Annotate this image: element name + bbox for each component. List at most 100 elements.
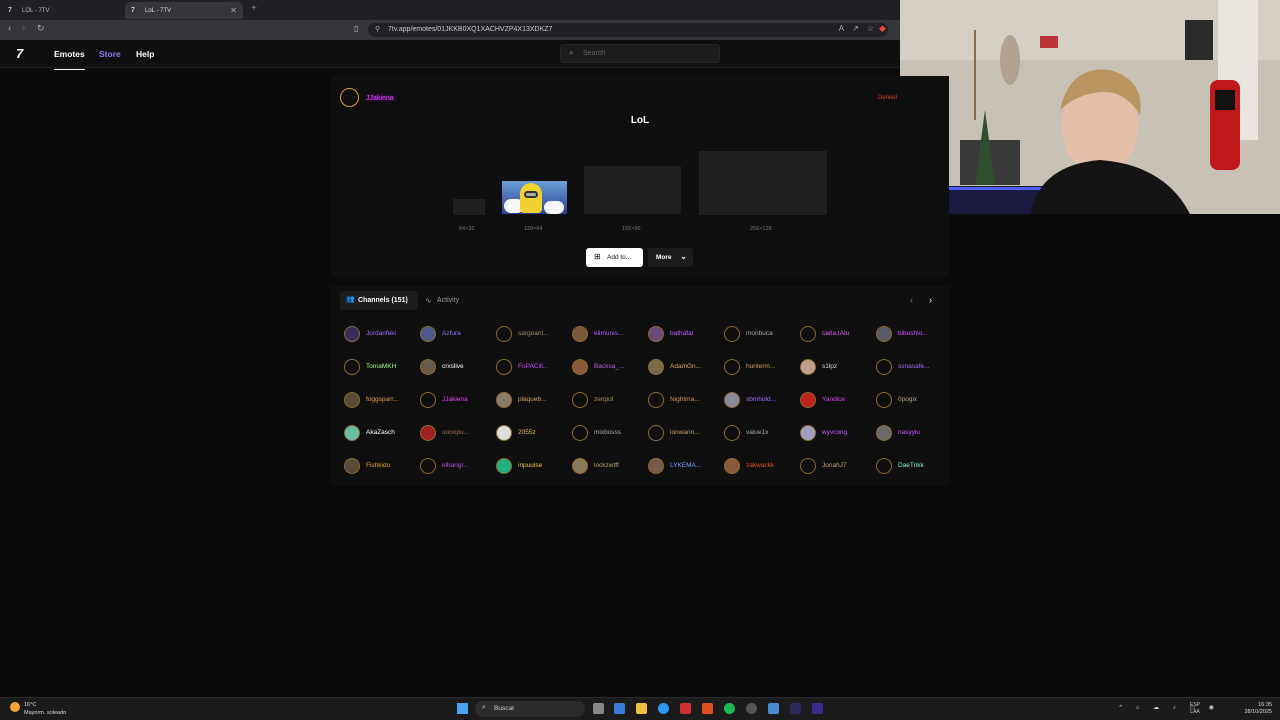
share-icon[interactable]: ↗ [852, 24, 867, 33]
language-indicator[interactable]: ESP LAA [1190, 702, 1200, 716]
translate-icon[interactable]: A [839, 24, 852, 33]
channel-name: value1x [746, 429, 769, 436]
extension-icon[interactable]: ◆ [879, 23, 886, 34]
channel-item[interactable]: JonahJ7 [800, 456, 876, 476]
avatar [724, 326, 740, 342]
browser-tab-2[interactable]: 7 LoL - 7TV ✕ [125, 2, 243, 19]
weather-widget[interactable]: 16°C Mayorm. soleado [10, 701, 66, 717]
taskbar-search[interactable]: ⌕ Buscar [475, 701, 585, 717]
7tv-logo-icon[interactable]: 7 [16, 46, 23, 61]
next-page-icon[interactable]: › [929, 295, 932, 305]
avatar [496, 425, 512, 441]
brave-icon[interactable] [702, 703, 713, 714]
more-button[interactable]: More ⌄ [648, 248, 693, 267]
channel-item[interactable]: Nightma... [648, 390, 724, 410]
avatar [724, 458, 740, 474]
start-button-icon[interactable] [457, 703, 468, 714]
channel-item[interactable]: oooopu... [420, 423, 496, 443]
clock-date: 28/10/2025 [1244, 709, 1272, 715]
channel-item[interactable]: elbangl... [420, 456, 496, 476]
channel-item[interactable]: TomaMKH [344, 357, 420, 377]
channel-item[interactable]: elimunis... [572, 324, 648, 344]
channel-item[interactable]: lockzwtff [572, 456, 648, 476]
channel-item[interactable]: bibushio... [876, 324, 952, 344]
channel-item[interactable]: FoPACill... [496, 357, 572, 377]
channel-item[interactable]: 2055z [496, 423, 572, 443]
channel-item[interactable]: Jordanfeki [344, 324, 420, 344]
clock[interactable]: 16:35 28/10/2025 [1244, 702, 1272, 716]
channel-item[interactable]: sbmhold... [724, 390, 800, 410]
channel-name: crxslive [442, 363, 464, 370]
forward-icon[interactable]: › [22, 23, 25, 34]
channel-item[interactable]: hunterm... [724, 357, 800, 377]
channel-item[interactable]: Azfura [420, 324, 496, 344]
channel-item[interactable]: s1lpz [800, 357, 876, 377]
channel-item[interactable]: foggsparr... [344, 390, 420, 410]
nav-help[interactable]: Help [136, 49, 154, 59]
channel-item[interactable]: inpuulse [496, 456, 572, 476]
after-effects-icon[interactable] [790, 703, 801, 714]
channel-item[interactable]: ionwann... [648, 423, 724, 443]
browser-tab-1[interactable]: 7 LOL - 7TV [2, 2, 120, 19]
avatar [420, 425, 436, 441]
owner-name[interactable]: JJakiena [366, 95, 394, 102]
channel-item[interactable]: ssnasafe... [876, 357, 952, 377]
channel-item[interactable]: AdamGn... [648, 357, 724, 377]
search-input[interactable]: ⌕ Search [560, 44, 720, 63]
add-to-button[interactable]: ⊞ Add to... [586, 248, 643, 267]
nav-emotes[interactable]: Emotes [54, 49, 85, 70]
file-explorer-icon[interactable] [636, 703, 647, 714]
avatar [420, 392, 436, 408]
avatar [344, 458, 360, 474]
widgets-icon[interactable] [614, 703, 625, 714]
owner-avatar[interactable] [340, 88, 359, 107]
clock-time: 16:35 [1258, 702, 1272, 708]
task-view-icon[interactable] [593, 703, 604, 714]
channel-item[interactable]: AkaZasch [344, 423, 420, 443]
tab-channels[interactable]: 👥 Channels (151) [340, 291, 418, 310]
channel-item[interactable]: LYKEMA... [648, 456, 724, 476]
new-tab-button[interactable]: + [251, 3, 257, 14]
channel-item[interactable]: nasyylu [876, 423, 952, 443]
channel-name: TomaMKH [366, 363, 397, 370]
channel-item[interactable]: zakwackk [724, 456, 800, 476]
channel-item[interactable]: value1x [724, 423, 800, 443]
channel-item[interactable]: zerqiol [572, 390, 648, 410]
app-icon[interactable] [680, 703, 691, 714]
channel-item[interactable]: Fishkido [344, 456, 420, 476]
channel-item[interactable]: Backsa_... [572, 357, 648, 377]
channel-name: FoPACill... [518, 363, 549, 370]
channel-item[interactable]: crxslive [420, 357, 496, 377]
edge-icon[interactable] [658, 703, 669, 714]
channel-item[interactable]: bathafar [648, 324, 724, 344]
spotify-icon[interactable] [724, 703, 735, 714]
channel-name: AkaZasch [366, 429, 395, 436]
media-encoder-icon[interactable] [812, 703, 823, 714]
weather-temp: 16°C [24, 702, 37, 708]
address-bar[interactable]: ⚲ 7tv.app/emotes/01JKKB0XQ1XACHVZP4X13XD… [368, 23, 888, 37]
channel-item[interactable]: DaeTrikk [876, 456, 952, 476]
bookmark-icon[interactable]: ▯ [354, 24, 358, 33]
search-icon: ⌕ [482, 704, 486, 711]
channel-name: oooopu... [442, 429, 470, 436]
channel-item[interactable]: Yandice [800, 390, 876, 410]
channel-item[interactable]: mixbosss [572, 423, 648, 443]
app-icon[interactable] [768, 703, 779, 714]
channel-item[interactable]: JJakiena [420, 390, 496, 410]
back-icon[interactable]: ‹ [8, 23, 11, 34]
prev-page-icon[interactable]: ‹ [910, 295, 913, 305]
nav-store[interactable]: Store [99, 49, 121, 59]
channel-item[interactable]: wyvcong [800, 423, 876, 443]
channel-item[interactable]: monbuca [724, 324, 800, 344]
channel-item[interactable]: sargeant... [496, 324, 572, 344]
system-tray[interactable]: ^ ⌂ ☁ ♪ ▭ ◉ [1119, 704, 1220, 711]
site-info-icon[interactable]: ⚲ [375, 25, 380, 33]
channel-name: zerqiol [594, 396, 614, 403]
channel-item[interactable]: carla.IAIu [800, 324, 876, 344]
tab-activity[interactable]: ∿ Activity [425, 296, 459, 305]
channel-item[interactable]: 0pogix [876, 390, 952, 410]
channel-item[interactable]: plaqueb... [496, 390, 572, 410]
reload-icon[interactable]: ↻ [37, 23, 45, 34]
close-tab-icon[interactable]: ✕ [230, 6, 237, 15]
app-icon[interactable] [746, 703, 757, 714]
